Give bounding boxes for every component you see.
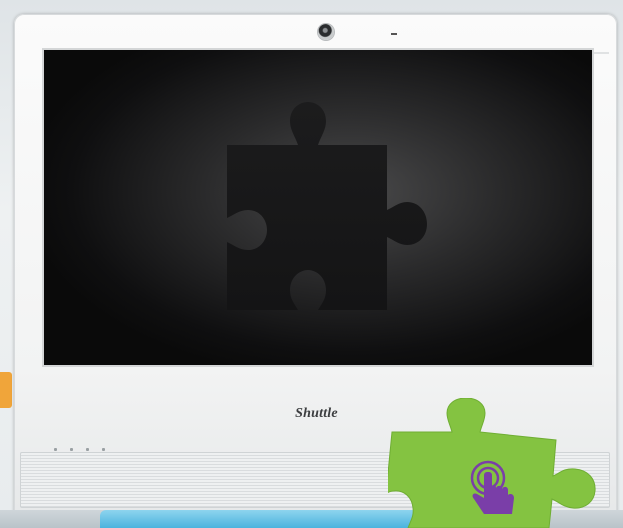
green-puzzle-sticker (388, 398, 596, 528)
puzzle-piece-icon (227, 102, 427, 310)
orange-sticker-edge (0, 372, 12, 408)
webcam-icon (318, 24, 334, 40)
microphone-slot (391, 33, 397, 35)
monitor-screen (44, 50, 592, 365)
front-indicator-dots (54, 438, 124, 451)
